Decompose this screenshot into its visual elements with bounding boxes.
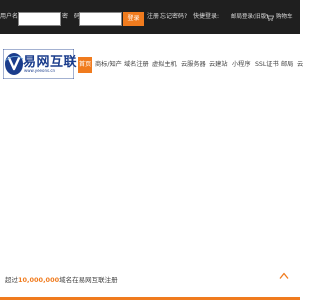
tagline: 超过10,000,000域名在易网互联注册 — [5, 274, 118, 284]
nav-item-mail[interactable]: 邮局 — [281, 57, 293, 73]
nav-item-cloud[interactable]: 云 — [297, 57, 303, 73]
username-input[interactable] — [18, 12, 61, 26]
nav-item-domain[interactable]: 域名注册 — [124, 57, 149, 73]
login-button[interactable]: 登录 — [123, 12, 144, 26]
quick-login-label: 快捷登录: — [193, 13, 220, 20]
top-bar: 用户名: 密 码: 登录 注册 忘记密码? 快捷登录: 邮局登录(旧版) 购物车 — [0, 0, 300, 34]
cart-link[interactable]: 购物车 — [276, 13, 293, 21]
password-input[interactable] — [79, 12, 122, 26]
forgot-password-link[interactable]: 忘记密码? — [160, 13, 187, 21]
chevron-up-icon[interactable] — [279, 272, 289, 280]
nav-item-trademark[interactable]: 商标/知产 — [95, 57, 122, 73]
nav-item-ssl[interactable]: SSL证书 — [255, 57, 279, 73]
tagline-number: 10,000,000 — [18, 276, 60, 284]
nav-item-cloud-server[interactable]: 云服务器 — [181, 57, 206, 73]
mailbox-login-link[interactable]: 邮局登录(旧版) — [231, 13, 268, 21]
hero-banner — [0, 83, 300, 265]
logo-url: www.yeeons.cn — [24, 68, 56, 73]
tagline-suffix: 域名在易网互联注册 — [59, 276, 118, 284]
nav-item-hosting[interactable]: 虚拟主机 — [152, 57, 177, 73]
tagline-prefix: 超过 — [5, 276, 18, 284]
nav-item-cloud-site[interactable]: 云建站 — [209, 57, 228, 73]
cart-icon[interactable] — [266, 14, 274, 21]
register-link[interactable]: 注册 — [147, 13, 159, 21]
nav-item-mini-program[interactable]: 小程序 — [232, 57, 251, 73]
nav-item-home[interactable]: 首页 — [78, 57, 92, 73]
